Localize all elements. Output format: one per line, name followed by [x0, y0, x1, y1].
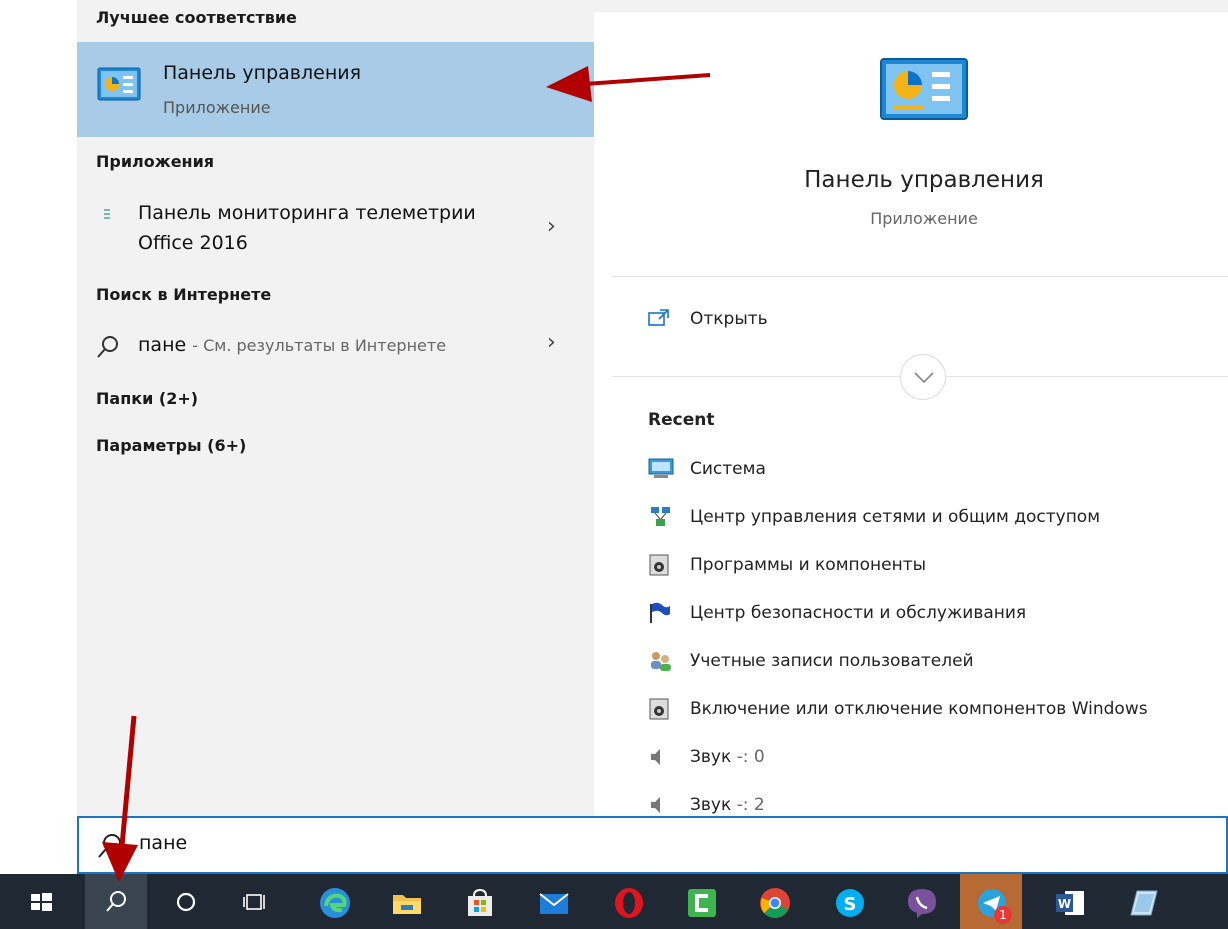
- open-label: Открыть: [690, 309, 768, 329]
- search-icon: [96, 334, 120, 364]
- file-explorer-icon: [393, 895, 421, 914]
- chevron-right-icon[interactable]: ›: [547, 214, 556, 239]
- edge-icon: [320, 888, 350, 918]
- recent-item-security[interactable]: Центр безопасности и обслуживания: [648, 598, 1208, 630]
- control-panel-large-icon: [880, 58, 968, 124]
- telemetry-app-icon: [102, 206, 112, 225]
- recent-suffix: -: 0: [736, 747, 765, 767]
- best-match-header: Лучшее соответствие: [96, 8, 297, 27]
- chevron-down-icon[interactable]: [900, 354, 946, 400]
- mail-button[interactable]: [522, 874, 584, 929]
- recent-label: Включение или отключение компонентов Win…: [690, 699, 1148, 719]
- search-icon: [106, 891, 126, 912]
- search-box[interactable]: [77, 816, 1228, 874]
- speaker-icon: [648, 746, 674, 768]
- cortana-icon: [176, 892, 196, 912]
- recent-label: Учетные записи пользователей: [690, 651, 974, 671]
- telegram-button[interactable]: 1: [960, 874, 1022, 929]
- results-pane: Лучшее соответствие Панель управления Пр…: [77, 0, 594, 818]
- recent-item-accounts[interactable]: Учетные записи пользователей: [648, 646, 1208, 678]
- recent-item-sound-0[interactable]: Звук -: 0: [648, 742, 1208, 774]
- notes-button[interactable]: [1112, 874, 1174, 929]
- store-button[interactable]: [448, 874, 510, 929]
- store-icon: [468, 888, 492, 916]
- top-strip: [594, 0, 1228, 12]
- divider: [612, 276, 1228, 277]
- viber-icon: [908, 889, 936, 918]
- recent-item-programs[interactable]: Программы и компоненты: [648, 550, 1208, 582]
- preview-pane: Панель управления Приложение Открыть Rec…: [612, 12, 1228, 818]
- best-match-control-panel[interactable]: Панель управления Приложение: [77, 42, 594, 137]
- speaker-icon: [648, 794, 674, 816]
- open-icon: [648, 308, 670, 332]
- open-action[interactable]: Открыть: [648, 306, 948, 338]
- chrome-button[interactable]: [743, 874, 805, 929]
- recent-label: Центр управления сетями и общим доступом: [690, 507, 1101, 527]
- skype-icon: S: [836, 889, 864, 917]
- control-panel-icon: [97, 67, 141, 105]
- start-button[interactable]: [10, 874, 72, 929]
- file-explorer-button[interactable]: [375, 874, 437, 929]
- edge-button[interactable]: [303, 874, 365, 929]
- best-match-subtitle: Приложение: [163, 98, 271, 117]
- app-item-line1: Панель мониторинга телеметрии: [138, 202, 476, 224]
- web-suffix: - См. результаты в Интернете: [192, 336, 447, 355]
- task-view-icon: [243, 894, 265, 910]
- notes-icon: [1130, 890, 1158, 916]
- recent-item-system[interactable]: Система: [648, 454, 1208, 486]
- recent-item-network[interactable]: Центр управления сетями и общим доступом: [648, 502, 1208, 534]
- svg-text:S: S: [844, 894, 857, 915]
- recent-label: Программы и компоненты: [690, 555, 927, 575]
- skype-button[interactable]: S: [818, 874, 880, 929]
- word-icon: W: [1056, 891, 1084, 915]
- chevron-right-icon[interactable]: ›: [547, 330, 556, 355]
- settings-item[interactable]: Параметры (6+): [96, 436, 246, 455]
- recent-header: Recent: [648, 410, 715, 430]
- apps-header: Приложения: [96, 152, 215, 171]
- windows-start-icon: [31, 893, 52, 911]
- app-item-telemetry[interactable]: Панель мониторинга телеметрии Office 201…: [77, 196, 594, 262]
- web-query: пане: [138, 334, 187, 356]
- search-input[interactable]: [139, 832, 739, 854]
- opera-icon: [615, 888, 643, 918]
- folders-item[interactable]: Папки (2+): [96, 389, 198, 408]
- notification-badge: 1: [994, 906, 1012, 924]
- task-view-button[interactable]: [225, 874, 287, 929]
- cortana-button[interactable]: [155, 874, 217, 929]
- recent-label: Звук: [690, 795, 732, 815]
- taskbar: S 1 W: [0, 874, 1228, 929]
- recent-label: Центр безопасности и обслуживания: [690, 603, 1027, 623]
- recent-item-windows-features[interactable]: Включение или отключение компонентов Win…: [648, 694, 1208, 726]
- app-item-line2: Office 2016: [138, 232, 248, 254]
- word-button[interactable]: W: [1038, 874, 1100, 929]
- preview-subtitle: Приложение: [870, 209, 978, 228]
- svg-text:W: W: [1058, 897, 1071, 911]
- recent-label: Система: [690, 459, 766, 479]
- web-search-item[interactable]: пане - См. результаты в Интернете ›: [77, 330, 594, 366]
- network-icon: [648, 506, 674, 528]
- search-taskbar-button[interactable]: [85, 874, 147, 929]
- camtasia-icon: [688, 889, 716, 917]
- users-icon: [648, 650, 674, 672]
- programs-icon: [648, 554, 674, 576]
- recent-item-sound-2[interactable]: Звук -: 2: [648, 790, 1208, 818]
- mail-icon: [539, 893, 569, 914]
- camtasia-button[interactable]: [670, 874, 732, 929]
- recent-suffix: -: 2: [736, 795, 765, 815]
- web-search-text: пане - См. результаты в Интернете: [138, 334, 446, 356]
- programs-icon: [648, 698, 674, 720]
- system-icon: [648, 458, 674, 480]
- preview-title: Панель управления: [804, 167, 1044, 193]
- flag-icon: [648, 602, 674, 624]
- recent-label: Звук: [690, 747, 732, 767]
- chrome-icon: [760, 888, 790, 918]
- best-match-title: Панель управления: [163, 62, 362, 84]
- opera-button[interactable]: [597, 874, 659, 929]
- web-header: Поиск в Интернете: [96, 285, 272, 304]
- search-icon: [97, 832, 123, 864]
- viber-button[interactable]: [890, 874, 952, 929]
